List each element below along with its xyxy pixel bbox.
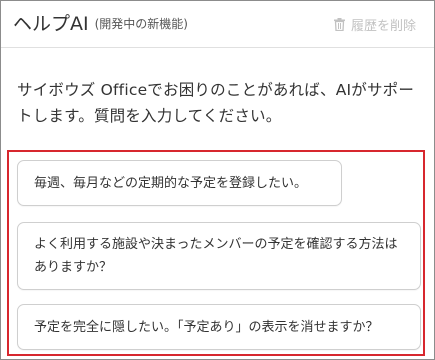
suggestion-button-hide[interactable]: 予定を完全に隠したい。「予定あり」の表示を消せますか？ [17, 304, 421, 350]
suggestion-button-facility[interactable]: よく利用する施設や決まったメンバーの予定を確認する方法はありますか？ [17, 222, 421, 290]
title-text: ヘルプAI [13, 13, 89, 35]
clear-history-button[interactable]: 履歴を削除 [333, 15, 416, 34]
title-subtitle: (開発中の新機能) [94, 17, 188, 31]
page-title: ヘルプAI (開発中の新機能) [13, 11, 188, 37]
intro-message: サイボウズ Officeでお困りのことがあれば、AIがサポートします。質問を入力… [17, 81, 415, 125]
panel-header: ヘルプAI (開発中の新機能) 履歴を削除 [1, 1, 434, 48]
trash-icon [333, 18, 345, 31]
suggestion-button-recurring[interactable]: 毎週、毎月などの定期的な予定を登録したい。 [17, 160, 342, 206]
clear-history-label: 履歴を削除 [350, 19, 416, 34]
